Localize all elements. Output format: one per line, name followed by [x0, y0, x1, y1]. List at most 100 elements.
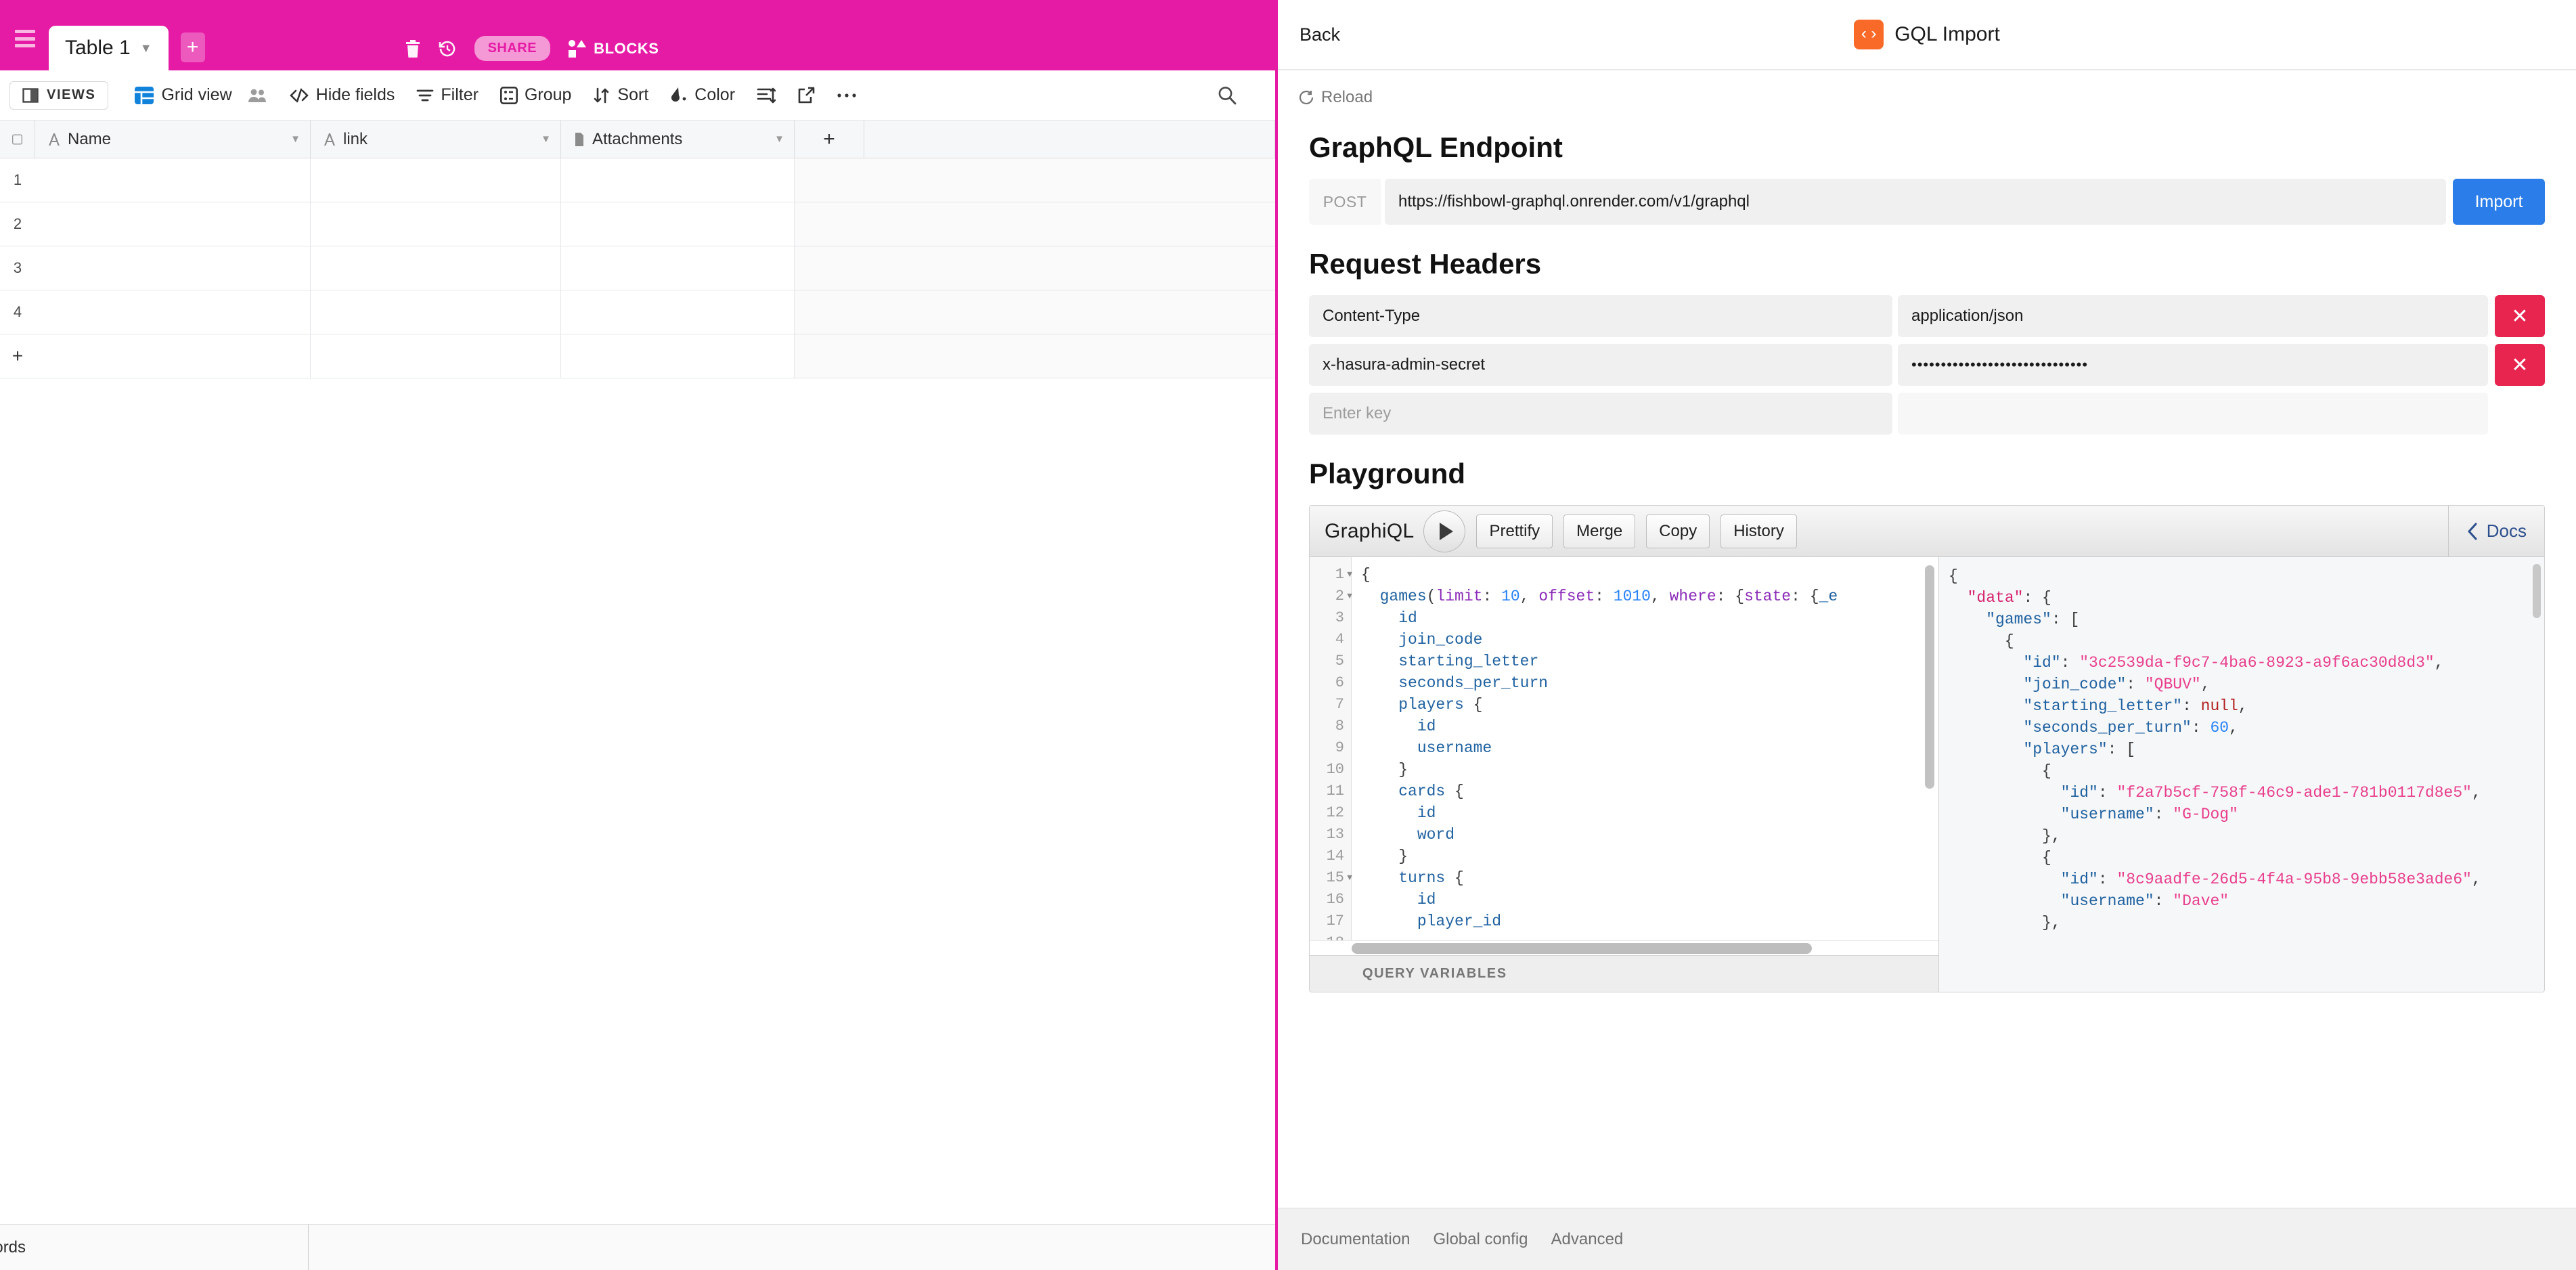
color-label: Color: [694, 85, 735, 105]
share-view-icon: [797, 87, 815, 104]
add-table-button[interactable]: +: [181, 32, 205, 62]
cell-attachments[interactable]: [561, 246, 795, 290]
table-row[interactable]: 2: [0, 202, 1275, 246]
select-all-checkbox[interactable]: [0, 121, 35, 158]
block-header: Back ‹› GQL Import: [1278, 0, 2576, 70]
cell-attachments[interactable]: [561, 202, 795, 246]
import-button[interactable]: Import: [2453, 179, 2545, 225]
table-row[interactable]: 4: [0, 290, 1275, 334]
grid-footer: records: [0, 1224, 1275, 1270]
copy-button[interactable]: Copy: [1646, 514, 1710, 548]
chevron-left-icon: [2466, 522, 2479, 541]
grid-header-row: Name ▼ link ▼ Attachments ▼ +: [0, 121, 1275, 158]
reload-button[interactable]: Reload: [1298, 88, 1373, 107]
history-button[interactable]: History: [1720, 514, 1797, 548]
endpoint-url-input[interactable]: https://fishbowl-graphql.onrender.com/v1…: [1385, 179, 2446, 225]
endpoint-section-title: GraphQL Endpoint: [1309, 131, 2545, 164]
trash-icon[interactable]: [405, 40, 420, 58]
search-button[interactable]: [1206, 70, 1248, 121]
add-record-button[interactable]: +: [0, 334, 35, 378]
query-editor[interactable]: 1▼ 2▼ 3 4 5 6 7 8 9 10 11 12 13: [1310, 557, 1938, 940]
column-header-link[interactable]: link ▼: [311, 121, 561, 158]
views-button[interactable]: VIEWS: [9, 81, 108, 110]
table-tab-table-1[interactable]: Table 1 ▼: [49, 26, 169, 70]
docs-toggle-button[interactable]: Docs: [2448, 506, 2544, 556]
cell-link[interactable]: [311, 334, 561, 378]
header-key-input[interactable]: Content-Type: [1309, 295, 1892, 337]
merge-button[interactable]: Merge: [1563, 514, 1635, 548]
editor-vertical-scrollbar[interactable]: [1925, 565, 1934, 789]
chevron-down-icon[interactable]: ▼: [290, 133, 301, 145]
advanced-link[interactable]: Advanced: [1551, 1230, 1624, 1249]
cell-link[interactable]: [311, 246, 561, 290]
cell-name[interactable]: [35, 202, 311, 246]
cell-name[interactable]: [35, 158, 311, 202]
cell-attachments[interactable]: [561, 158, 795, 202]
add-record-row[interactable]: +: [0, 334, 1275, 378]
sort-button[interactable]: Sort: [582, 70, 659, 121]
header-value-input[interactable]: ••••••••••••••••••••••••••••••: [1898, 344, 2488, 386]
response-scrollbar[interactable]: [2533, 564, 2541, 618]
chevron-down-icon[interactable]: ▼: [140, 41, 152, 56]
line-number: 1▼: [1310, 564, 1351, 586]
column-header-name[interactable]: Name ▼: [35, 121, 311, 158]
share-view-button[interactable]: [786, 70, 826, 121]
row-number: 3: [0, 246, 35, 290]
query-code[interactable]: { games(limit: 10, offset: 1010, where: …: [1352, 557, 1938, 940]
header-value-input[interactable]: application/json: [1898, 295, 2488, 337]
new-header-value-input[interactable]: [1898, 393, 2488, 435]
share-button[interactable]: SHARE: [474, 36, 551, 61]
filter-button[interactable]: Filter: [405, 70, 489, 121]
reload-label: Reload: [1321, 88, 1373, 107]
table-tab-label: Table 1: [65, 37, 131, 60]
block-footer: Documentation Global config Advanced: [1278, 1208, 2576, 1270]
add-field-button[interactable]: +: [795, 121, 864, 158]
group-button[interactable]: Group: [489, 70, 582, 121]
text-field-icon: [47, 132, 61, 147]
docs-label: Docs: [2487, 521, 2527, 542]
cell-link[interactable]: [311, 290, 561, 334]
cell-attachments[interactable]: [561, 334, 795, 378]
view-name-grid-view[interactable]: Grid view: [123, 70, 277, 121]
hide-fields-button[interactable]: Hide fields: [278, 70, 406, 121]
documentation-link[interactable]: Documentation: [1301, 1230, 1410, 1249]
row-height-button[interactable]: [746, 70, 786, 121]
cell-link[interactable]: [311, 158, 561, 202]
row-number: 1: [0, 158, 35, 202]
column-header-attachments[interactable]: Attachments ▼: [561, 121, 795, 158]
chevron-down-icon[interactable]: ▼: [541, 133, 551, 145]
row-number: 2: [0, 202, 35, 246]
query-variables-toggle[interactable]: QUERY VARIABLES: [1310, 955, 1938, 992]
delete-header-button[interactable]: ✕: [2495, 295, 2545, 337]
app-menu-icon[interactable]: [15, 30, 35, 47]
global-config-link[interactable]: Global config: [1433, 1230, 1528, 1249]
header-row: Content-Type application/json ✕: [1309, 295, 2545, 337]
execute-query-button[interactable]: [1423, 510, 1465, 552]
http-method-label: POST: [1309, 179, 1381, 225]
table-row[interactable]: 3: [0, 246, 1275, 290]
play-icon: [1440, 523, 1453, 540]
cell-name[interactable]: [35, 334, 311, 378]
new-header-key-input[interactable]: Enter key: [1309, 393, 1892, 435]
filter-label: Filter: [441, 85, 479, 105]
table-row[interactable]: 1: [0, 158, 1275, 202]
filter-icon: [416, 88, 434, 103]
cell-name[interactable]: [35, 290, 311, 334]
cell-name[interactable]: [35, 246, 311, 290]
chevron-down-icon[interactable]: ▼: [774, 133, 784, 145]
editor-horizontal-scrollbar[interactable]: [1352, 943, 1812, 954]
people-icon[interactable]: [247, 88, 267, 103]
cell-link[interactable]: [311, 202, 561, 246]
line-number: 15▼: [1310, 867, 1351, 889]
color-icon: [670, 87, 688, 104]
history-icon[interactable]: [438, 39, 457, 58]
search-icon: [1217, 85, 1237, 106]
blocks-button[interactable]: BLOCKS: [568, 39, 659, 58]
cell-attachments[interactable]: [561, 290, 795, 334]
header-key-input[interactable]: x-hasura-admin-secret: [1309, 344, 1892, 386]
delete-header-button[interactable]: ✕: [2495, 344, 2545, 386]
more-options-button[interactable]: [826, 70, 868, 121]
prettify-button[interactable]: Prettify: [1476, 514, 1553, 548]
sort-label: Sort: [617, 85, 648, 105]
color-button[interactable]: Color: [659, 70, 746, 121]
